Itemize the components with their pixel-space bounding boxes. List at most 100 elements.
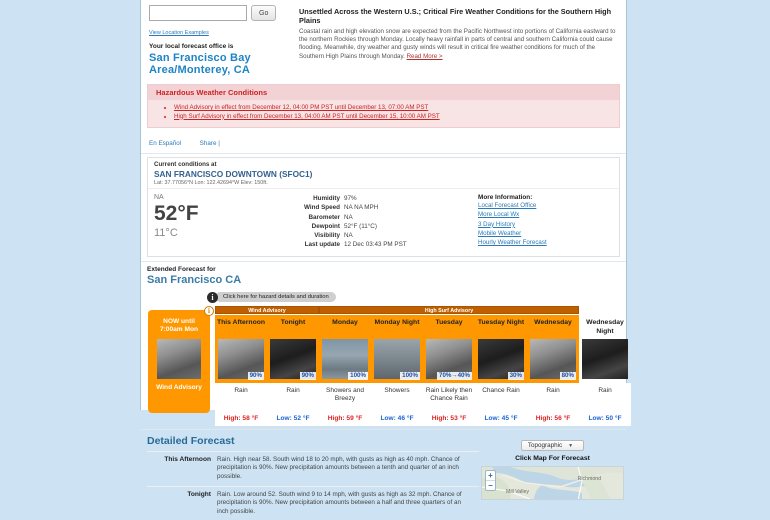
period-short-forecast: Rain [215,383,267,413]
hazard-link[interactable]: Wind Advisory in effect from December 12… [174,104,428,111]
period-name: This Afternoon [215,318,267,338]
active-hazard-card[interactable]: i NOW until 7:00am Mon Wind Advisory [148,310,210,413]
stat-label: Dewpoint [272,222,344,231]
period-temperature: Low: 52 °F [267,413,319,426]
forecast-grid: Wind Advisory High Surf Advisory This Af… [215,306,631,426]
stat-row: Visibility NA [272,231,472,240]
stat-row: Barometer NA [272,213,472,222]
more-info-links: Local Forecast Office More Local Wx 3 Da… [478,201,613,247]
extended-forecast-location: San Francisco CA [147,274,620,286]
stat-label: Wind Speed [272,203,344,212]
hazard-list: Wind Advisory in effect from December 12… [174,104,619,121]
stat-value: NA [344,213,353,222]
forecast-period-card[interactable]: Tuesday Night 30% Chance Rain Low: 45 °F [475,315,527,426]
forecast-office-link[interactable]: San Francisco Bay Area/Monterey, CA [149,52,289,76]
period-temperature: High: 56 °F [527,413,579,426]
period-temperature: High: 53 °F [423,413,475,426]
forecast-period-card[interactable]: Wednesday Night Rain Low: 50 °F [579,315,631,426]
precip-probability: 80% [560,372,576,380]
info-icon: i [207,292,218,303]
detailed-forecast-row: Tonight Rain. Low around 52. South wind … [147,486,479,520]
go-button[interactable]: Go [251,5,276,21]
stat-value: 97% [344,194,357,203]
station-coordinates: Lat: 37.77056°N Lon: 122.42694°W Elev: 1… [154,180,613,186]
precip-probability: 90% [300,372,316,380]
bottom-section: Detailed Forecast This Afternoon Rain. H… [141,429,626,520]
current-temp-f: 52°F [154,202,272,226]
hazard-link[interactable]: High Surf Advisory in effect from Decemb… [174,113,440,120]
detailed-forecast-rows: This Afternoon Rain. High near 58. South… [147,451,479,520]
map-zoom-control[interactable]: + − [485,470,496,491]
more-info-link[interactable]: 3 Day History [478,220,613,229]
period-short-forecast: Showers [371,383,423,413]
period-temperature: Low: 50 °F [579,413,631,426]
search-input[interactable] [149,5,247,21]
map-layer-value: Topographic [528,442,562,449]
local-forecast-search: Go View Location Examples Your local for… [149,5,289,78]
current-conditions-panel: Current conditions at SAN FRANCISCO DOWN… [147,157,620,257]
precip-probability: 70%→40% [437,372,472,380]
map-layer-select[interactable]: Topographic ▼ [521,440,584,451]
forecast-strip: i NOW until 7:00am Mon Wind Advisory Win… [147,306,620,426]
more-info-link[interactable]: Local Forecast Office [478,201,613,210]
news-title: Unsettled Across the Western U.S.; Criti… [299,7,618,25]
detail-period-text: Rain. High near 58. South wind 18 to 20 … [217,456,479,482]
current-conditions-heading: Current conditions at [154,161,613,168]
share-link[interactable]: Share | [200,140,220,147]
period-temperature: High: 59 °F [319,413,371,426]
period-name: Tuesday Night [475,318,527,338]
stat-value: 12 Dec 03:43 PM PST [344,240,407,249]
extended-forecast-section: Extended Forecast for San Francisco CA i… [141,261,626,426]
stat-row: Dewpoint 52°F (11°C) [272,222,472,231]
zoom-in-button[interactable]: + [486,471,495,481]
forecast-period-card[interactable]: Tonight 90% Rain Low: 52 °F [267,315,319,426]
forecast-periods: This Afternoon 90% Rain High: 58 °F Toni… [215,315,631,426]
stat-label: Visibility [272,231,344,240]
stat-row: Humidity 97% [272,194,472,203]
detailed-forecast-title: Detailed Forecast [147,435,479,447]
period-short-forecast: Chance Rain [475,383,527,413]
map-town-label: Mill Valley [506,489,529,495]
period-name: Monday Night [371,318,423,338]
period-name: Tonight [267,318,319,338]
precip-probability: 30% [508,372,524,380]
period-short-forecast: Rain [579,383,631,413]
forecast-period-card[interactable]: This Afternoon 90% Rain High: 58 °F [215,315,267,426]
stat-row: Last update 12 Dec 03:43 PM PST [272,240,472,249]
hazard-now-line2: 7:00am Mon [148,326,210,335]
chevron-down-icon: ▼ [568,443,573,449]
forecast-period-card[interactable]: Monday Night 100% Showers Low: 46 °F [371,315,423,426]
forecast-period-card[interactable]: Wednesday 80% Rain High: 56 °F [527,315,579,426]
hazard-name-label: Wind Advisory [148,384,210,391]
wind-advisory-bar[interactable]: Wind Advisory [215,306,319,314]
news-body-text: Coastal rain and high elevation snow are… [299,28,615,60]
precip-probability: 90% [248,372,264,380]
stat-value: 52°F (11°C) [344,222,377,231]
period-name: Tuesday [423,318,475,338]
detailed-forecast-row: This Afternoon Rain. High near 58. South… [147,451,479,486]
more-info-link[interactable]: Hourly Weather Forecast [478,238,613,247]
top-bar: Go View Location Examples Your local for… [141,0,626,82]
more-info-link[interactable]: Mobile Weather [478,229,613,238]
news-body: Coastal rain and high elevation snow are… [299,28,618,61]
info-badge-icon: i [204,306,214,316]
hazard-details-button[interactable]: i Click here for hazard details and dura… [207,292,620,303]
forecast-map[interactable]: Richmond Mill Valley + − [481,466,624,500]
period-short-forecast: Rain [267,383,319,413]
hazard-item: Wind Advisory in effect from December 12… [174,104,619,113]
current-temp-c: 11°C [154,227,272,239]
precip-probability: 100% [400,372,420,380]
detail-period-label: Tonight [147,491,217,517]
more-info-link[interactable]: More Local Wx [478,210,613,219]
detailed-forecast: Detailed Forecast This Afternoon Rain. H… [141,430,479,520]
detail-period-text: Rain. Low around 52. South wind 9 to 14 … [217,491,479,517]
en-espanol-link[interactable]: En Español [149,140,181,147]
forecast-period-card[interactable]: Monday 100% Showers and Breezy High: 59 … [319,315,371,426]
location-examples-link[interactable]: View Location Examples [149,30,209,36]
hazard-weather-image [157,339,201,379]
read-more-link[interactable]: Read More > [407,53,443,60]
zoom-out-button[interactable]: − [486,481,495,490]
period-short-forecast: Rain [527,383,579,413]
high-surf-advisory-bar[interactable]: High Surf Advisory [319,306,579,314]
forecast-period-card[interactable]: Tuesday 70%→40% Rain Likely then Chance … [423,315,475,426]
